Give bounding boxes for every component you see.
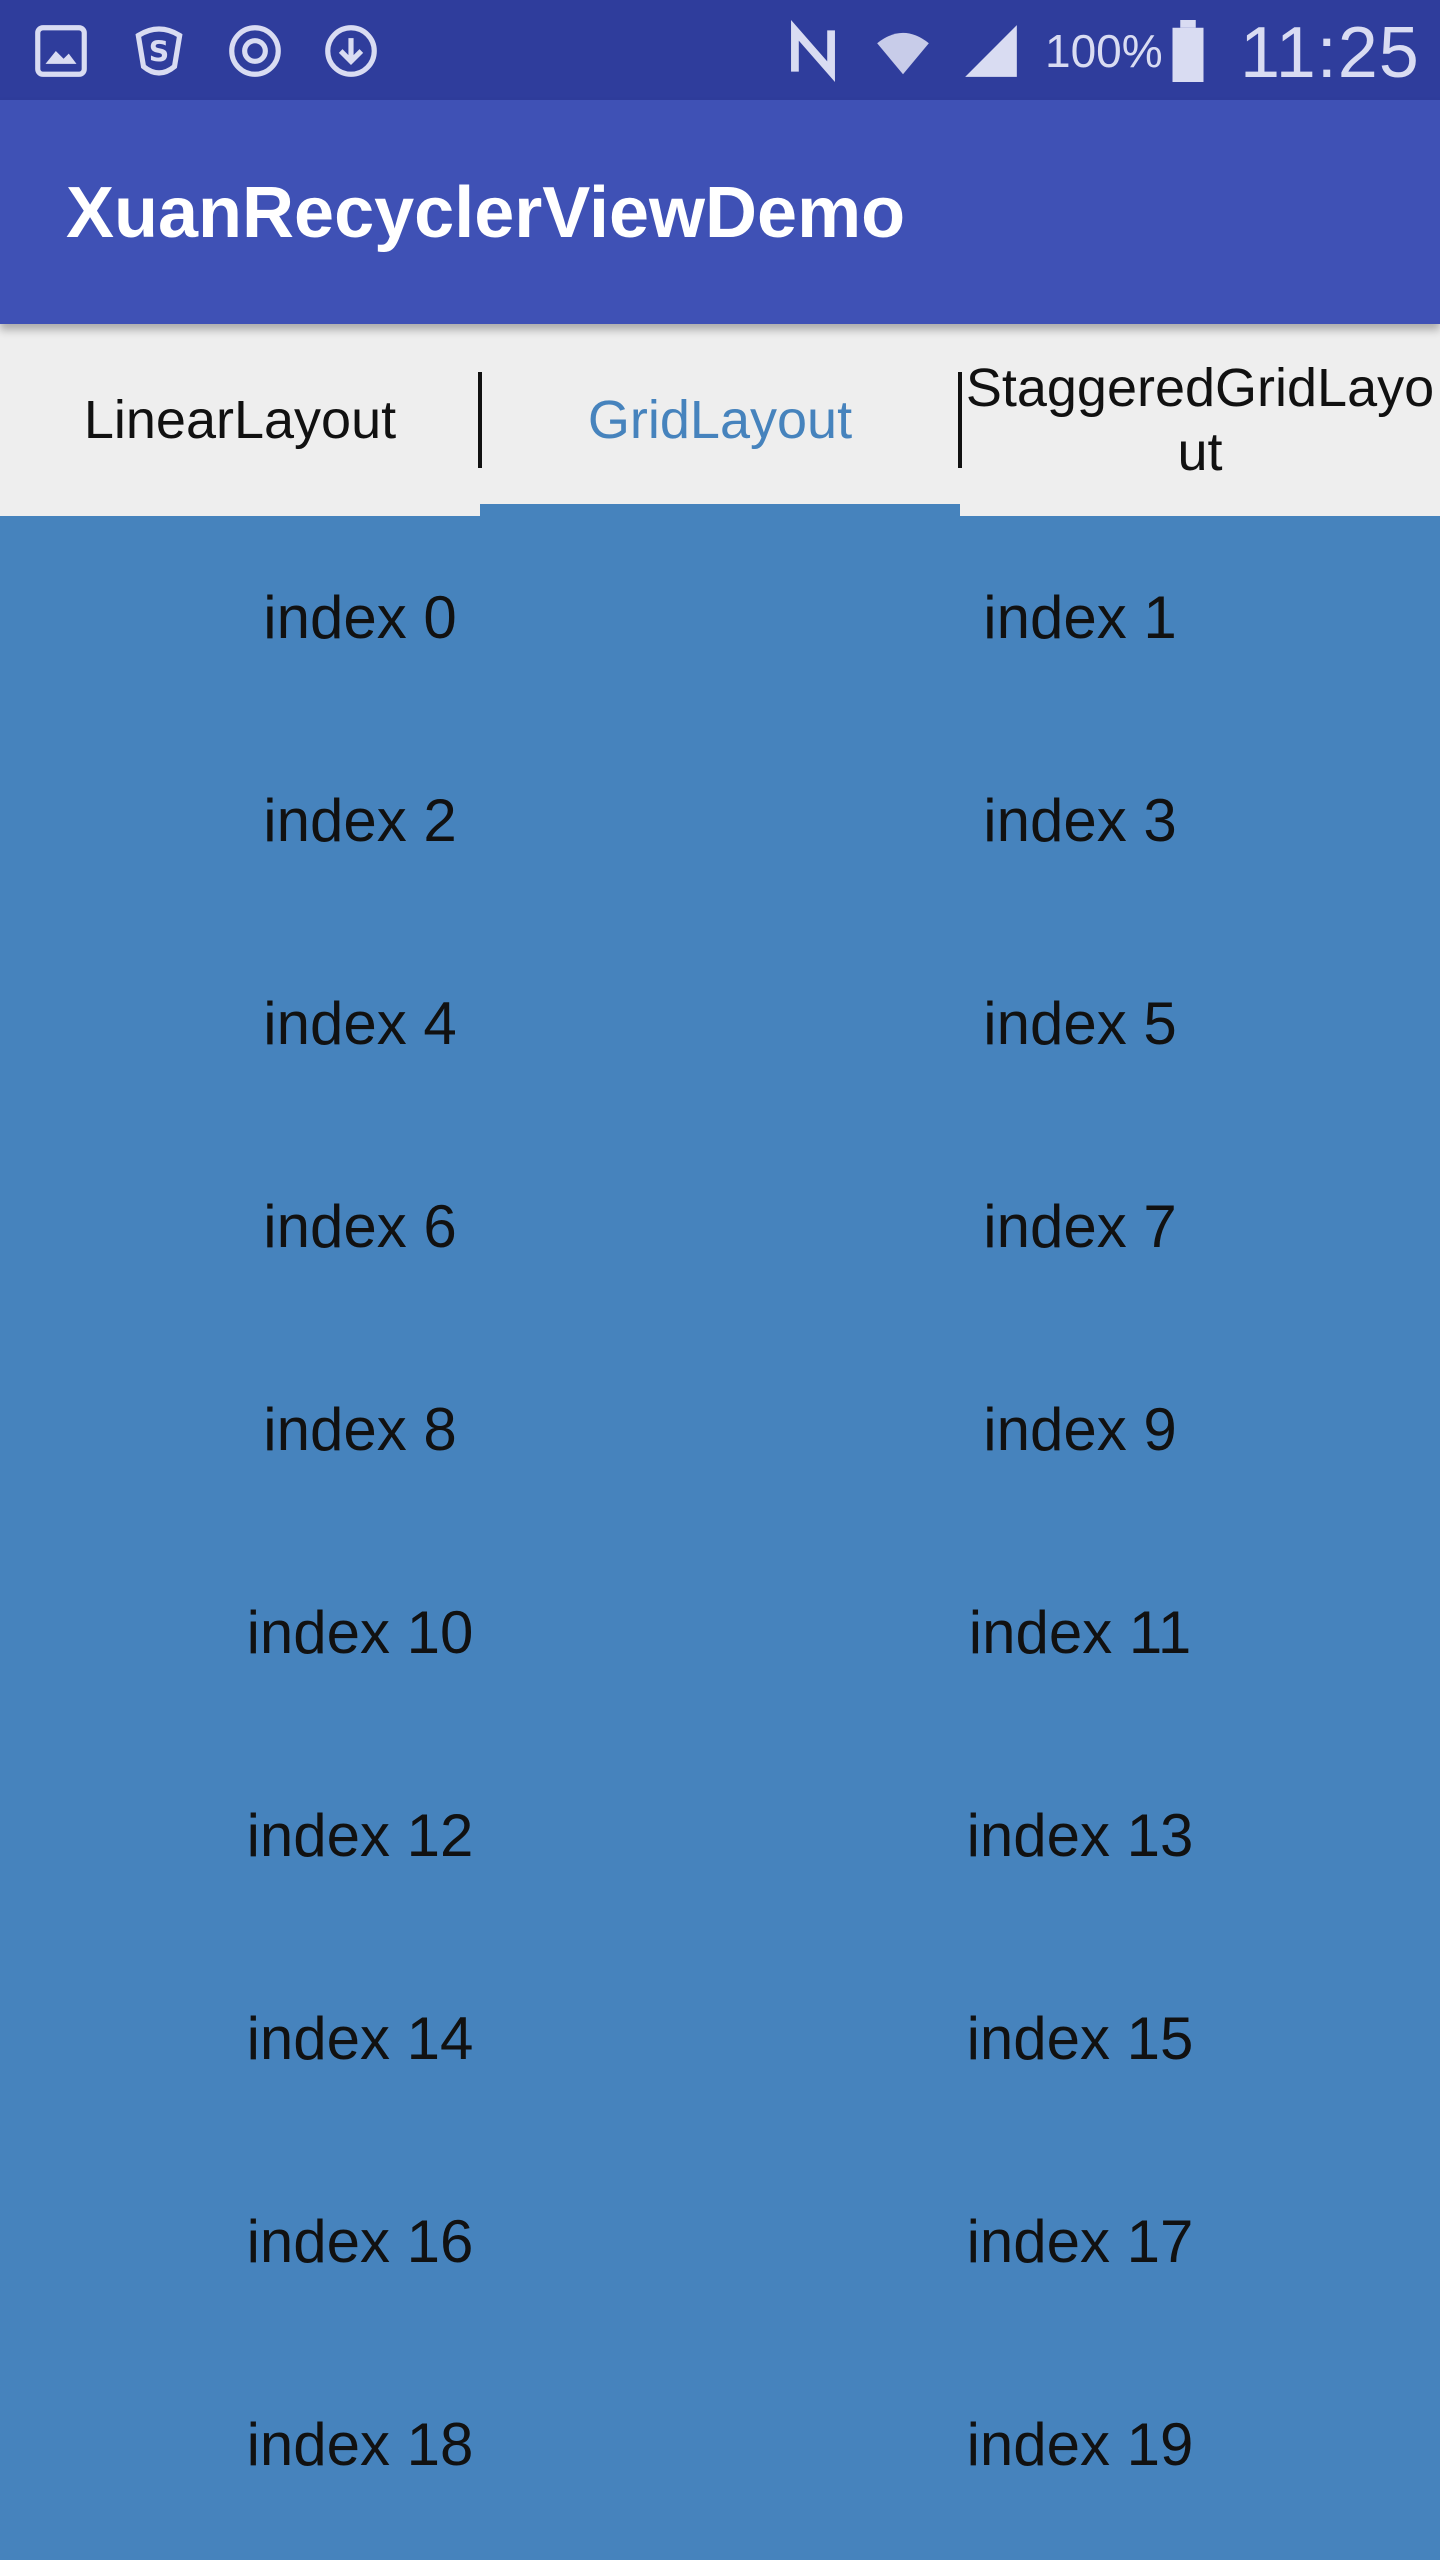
grid-item[interactable]: index 0 (0, 516, 720, 719)
app-bar: XuanRecyclerViewDemo (0, 100, 1440, 324)
gallery-icon (35, 25, 87, 77)
grid-item[interactable]: index 13 (720, 1734, 1440, 1937)
grid-item[interactable]: index 3 (720, 719, 1440, 922)
grid-item[interactable]: index 14 (0, 1937, 720, 2140)
grid-item[interactable]: index 4 (0, 922, 720, 1125)
status-bar: S 100% 11:25 (0, 0, 1440, 100)
wifi-icon (877, 32, 929, 75)
grid-item[interactable]: index 1 (720, 516, 1440, 719)
grid-item[interactable]: index 19 (720, 2343, 1440, 2546)
signal-icon (965, 25, 1017, 77)
grid-item[interactable]: index 6 (0, 1125, 720, 1328)
tab-linear-layout[interactable]: LinearLayout (0, 324, 480, 516)
grid-item[interactable]: index 8 (0, 1328, 720, 1531)
sync-icon (229, 25, 281, 77)
grid-item[interactable]: index 15 (720, 1937, 1440, 2140)
app-title: XuanRecyclerViewDemo (66, 173, 906, 253)
grid-item[interactable]: index 17 (720, 2140, 1440, 2343)
tab-grid-layout[interactable]: GridLayout (480, 324, 960, 516)
svg-text:S: S (149, 35, 169, 68)
grid-item[interactable]: index 2 (0, 719, 720, 922)
battery-percent: 100% (1045, 25, 1163, 77)
battery-icon (1172, 20, 1204, 82)
tab-indicator (480, 504, 960, 516)
grid-item[interactable]: index 16 (0, 2140, 720, 2343)
nfc-icon (791, 20, 835, 82)
tab-staggered-grid-layout[interactable]: StaggeredGridLayout (960, 324, 1440, 516)
grid-item[interactable]: index 9 (720, 1328, 1440, 1531)
grid-item[interactable]: index 11 (720, 1531, 1440, 1734)
s-app-icon: S (135, 26, 183, 76)
grid-item[interactable]: index 5 (720, 922, 1440, 1125)
grid-item[interactable]: index 7 (720, 1125, 1440, 1328)
grid-list[interactable]: index 0 index 1 index 2 index 3 index 4 index… (0, 516, 1440, 2560)
tab-bar: LinearLayout GridLayout StaggeredGridLay… (0, 324, 1440, 516)
grid-item[interactable]: index 18 (0, 2343, 720, 2546)
download-icon (325, 25, 377, 77)
grid-item[interactable]: index 12 (0, 1734, 720, 1937)
grid-item[interactable]: index 10 (0, 1531, 720, 1734)
status-time: 11:25 (1240, 13, 1420, 93)
